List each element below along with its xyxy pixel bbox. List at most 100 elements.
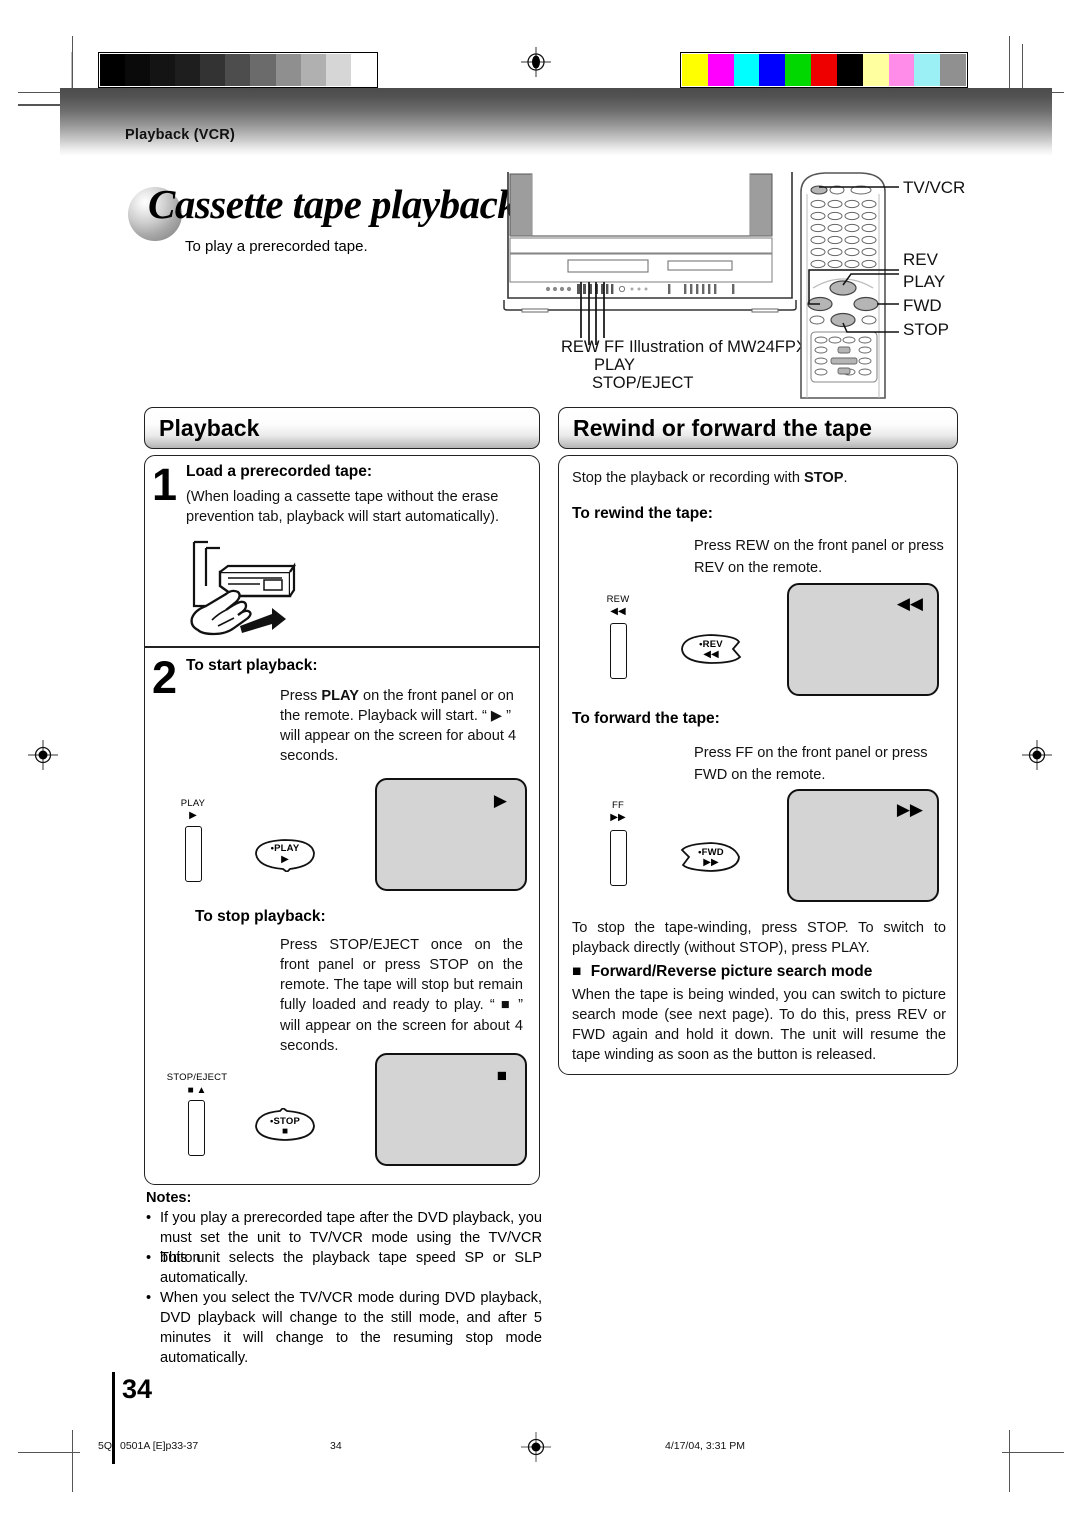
screen-forward-icon: ▶▶ [896, 800, 923, 819]
note-bullet-icon: • [146, 1210, 152, 1226]
panel-button-stop-eject[interactable] [188, 1100, 205, 1156]
step-2-number: 2 [152, 652, 178, 703]
rewind-line2: REV on the remote. [694, 560, 823, 576]
panel-button-stop-eject-caption: STOP/EJECT [166, 1072, 228, 1083]
step-2-line1-bold: PLAY [321, 688, 359, 704]
registration-mark-left [28, 740, 58, 770]
grayscale-swatch [300, 54, 326, 86]
registration-mark-right [1022, 740, 1052, 770]
front-panel-label-ff: FF [604, 338, 625, 356]
panel-button-ff-caption: FF [611, 800, 624, 811]
stop-playback-title: To stop playback: [195, 908, 326, 925]
crop-mark-top-left-inner-vertical [71, 52, 73, 92]
panel-button-ff[interactable] [610, 830, 627, 886]
page-subtitle: To play a prerecorded tape. [185, 238, 368, 255]
front-panel-label-rew: REW [561, 338, 600, 356]
grayscale-swatch [125, 54, 151, 86]
screen-rewind-icon: ◀◀ [896, 594, 923, 613]
panel-button-play-caption: PLAY [180, 798, 206, 809]
crop-mark-bottom-right-horizontal [1002, 1452, 1064, 1454]
tv-screen-rewind: ◀◀ [787, 583, 939, 696]
remote-button-stop-glyph: ■ [281, 1126, 289, 1137]
step-1-body: (When loading a cassette tape without th… [186, 489, 500, 526]
forward-title: To forward the tape: [572, 710, 720, 727]
grayscale-swatch [100, 54, 126, 86]
color-swatch [888, 54, 915, 86]
page-title: Cassette tape playback [148, 181, 518, 227]
tv-vcr-illustration [500, 170, 800, 380]
front-panel-label-stop-eject: STOP/EJECT [592, 374, 694, 392]
note-item-2-text: This unit selects the playback tape spee… [160, 1250, 542, 1286]
panel-button-play[interactable] [185, 826, 202, 882]
page-number: 34 [122, 1374, 153, 1404]
crop-mark-bottom-left-vertical [72, 1430, 74, 1492]
section-header-rewind: Rewind or forward the tape [558, 407, 958, 449]
note-item-3: • When you select the TV/VCR mode during… [146, 1289, 542, 1368]
remote-button-play[interactable]: •PLAY ▶ [252, 838, 318, 872]
grayscale-swatch [175, 54, 201, 86]
running-head-band [60, 88, 1052, 156]
grayscale-calibration-bar [98, 52, 378, 88]
section-header-playback: Playback [144, 407, 540, 449]
color-calibration-bar [680, 52, 968, 88]
remote-button-fwd-glyph: ▶▶ [703, 857, 719, 868]
search-mode-bullet-icon: ■ [572, 963, 582, 980]
grayscale-swatch [275, 54, 301, 86]
screen-stop-icon: ■ [496, 1066, 507, 1085]
screen-play-icon: ▶ [493, 791, 507, 810]
tape-loading-illustration [168, 534, 298, 647]
rewind-intro-post: . [843, 470, 848, 486]
color-swatch [759, 54, 786, 86]
footer-page-number: 34 [330, 1440, 342, 1452]
panel-button-rew[interactable] [610, 623, 627, 679]
color-swatch [836, 54, 863, 86]
panel-button-ff-glyph: ▶▶ [610, 812, 626, 823]
color-swatch [811, 54, 837, 86]
grayscale-swatch [325, 54, 351, 86]
footer-file-name: 0501A [E]p33-37 [120, 1440, 199, 1452]
section-header-playback-label: Playback [159, 414, 260, 441]
color-swatch [707, 54, 734, 86]
color-swatch [682, 54, 708, 86]
rewind-intro-bold: STOP [804, 470, 844, 486]
tv-screen-forward: ▶▶ [787, 789, 939, 902]
forward-line1: Press FF on the front panel or press [694, 745, 928, 761]
note-bullet-icon: • [146, 1290, 152, 1306]
forward-line2: FWD on the remote. [694, 767, 826, 783]
search-mode-title-text: Forward/Reverse picture search mode [590, 963, 873, 980]
tv-screen-stop: ■ [375, 1053, 527, 1166]
remote-callout-fwd: FWD [903, 296, 942, 315]
color-swatch [914, 54, 941, 86]
grayscale-swatch [225, 54, 251, 86]
remote-callout-tv-vcr: TV/VCR [903, 178, 966, 197]
remote-control-illustration [795, 170, 905, 400]
remote-button-fwd[interactable]: •FWD ▶▶ [678, 840, 744, 874]
panel-button-play-glyph: ▶ [189, 810, 197, 821]
footer-job-code: 5Q [98, 1440, 113, 1452]
rewind-intro-pre: Stop the playback or recording with [572, 470, 805, 486]
grayscale-swatch [250, 54, 276, 86]
panel-button-rew-caption: REW [606, 594, 630, 605]
step-2-title: To start playback: [186, 657, 318, 674]
registration-mark-bottom [521, 1432, 551, 1462]
remote-button-rev[interactable]: •REV ◀◀ [678, 632, 744, 666]
tape-winding-note: To stop the tape-winding, press STOP. To… [572, 920, 946, 957]
remote-button-stop[interactable]: •STOP ■ [252, 1108, 318, 1142]
crop-mark-bottom-right-vertical [1009, 1430, 1011, 1492]
color-swatch [940, 54, 966, 86]
step-1-title: Load a prerecorded tape: [186, 463, 373, 480]
search-mode-title: ■ Forward/Reverse picture search mode [572, 963, 872, 981]
footer-timestamp: 4/17/04, 3:31 PM [665, 1440, 745, 1452]
color-swatch [733, 54, 760, 86]
step-2-body: Press PLAY on the front panel or on the … [280, 686, 522, 767]
step-2-line1-pre: Press [280, 688, 322, 704]
panel-button-rew-glyph: ◀◀ [610, 606, 626, 617]
note-item-2: • This unit selects the playback tape sp… [146, 1249, 542, 1289]
color-swatch [785, 54, 812, 86]
rewind-intro: Stop the playback or recording with STOP… [572, 468, 944, 488]
remote-callout-stop: STOP [903, 320, 949, 339]
grayscale-swatch [350, 54, 376, 86]
notes-title: Notes: [146, 1190, 192, 1206]
color-swatch [862, 54, 889, 86]
remote-callout-rev: REV [903, 250, 938, 269]
